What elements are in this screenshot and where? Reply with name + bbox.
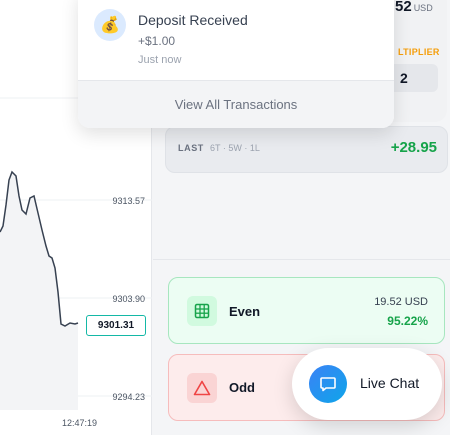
even-option-button[interactable]: Even 19.52 USD 95.22%	[168, 277, 445, 344]
notification-popup: 💰 Deposit Received +$1.00 Just now View …	[78, 0, 394, 128]
live-chat-button[interactable]: Live Chat	[292, 348, 442, 420]
money-bag-icon: 💰	[94, 9, 126, 41]
even-payout-amount: 19.52 USD	[374, 296, 428, 308]
odd-option-label: Odd	[229, 380, 255, 395]
stake-amount: 52 USD	[395, 0, 433, 15]
even-option-label: Even	[229, 304, 261, 319]
y-axis-label-middle: 9303.90	[112, 294, 145, 304]
even-payout-percent: 95.22%	[387, 314, 428, 328]
multiplier-label: LTIPLIER	[398, 47, 440, 57]
time-axis-label: 12:47:19	[62, 418, 98, 428]
current-price-tag: 9301.31	[86, 315, 146, 336]
last-results-summary: 6T · 5W · 1L	[210, 143, 260, 153]
stake-amount-value: 52	[395, 0, 412, 15]
live-chat-label: Live Chat	[360, 375, 420, 391]
notification-amount: +$1.00	[138, 34, 176, 48]
chat-bubble-icon	[309, 365, 347, 403]
last-results-title: LAST	[178, 143, 204, 153]
notification-title: Deposit Received	[138, 12, 248, 28]
price-area	[0, 172, 78, 410]
section-divider	[153, 259, 450, 260]
y-axis-label-top: 9313.57	[112, 196, 145, 206]
y-axis-label-bottom: 9294.23	[112, 392, 145, 402]
notification-time: Just now	[138, 54, 182, 66]
last-results-card: LAST 6T · 5W · 1L +28.95	[165, 126, 448, 173]
view-all-transactions-button[interactable]: View All Transactions	[78, 80, 394, 128]
grid-icon	[187, 296, 217, 326]
last-results-value: +28.95	[390, 139, 437, 156]
stake-currency: USD	[413, 3, 433, 13]
triangle-icon	[187, 373, 217, 403]
